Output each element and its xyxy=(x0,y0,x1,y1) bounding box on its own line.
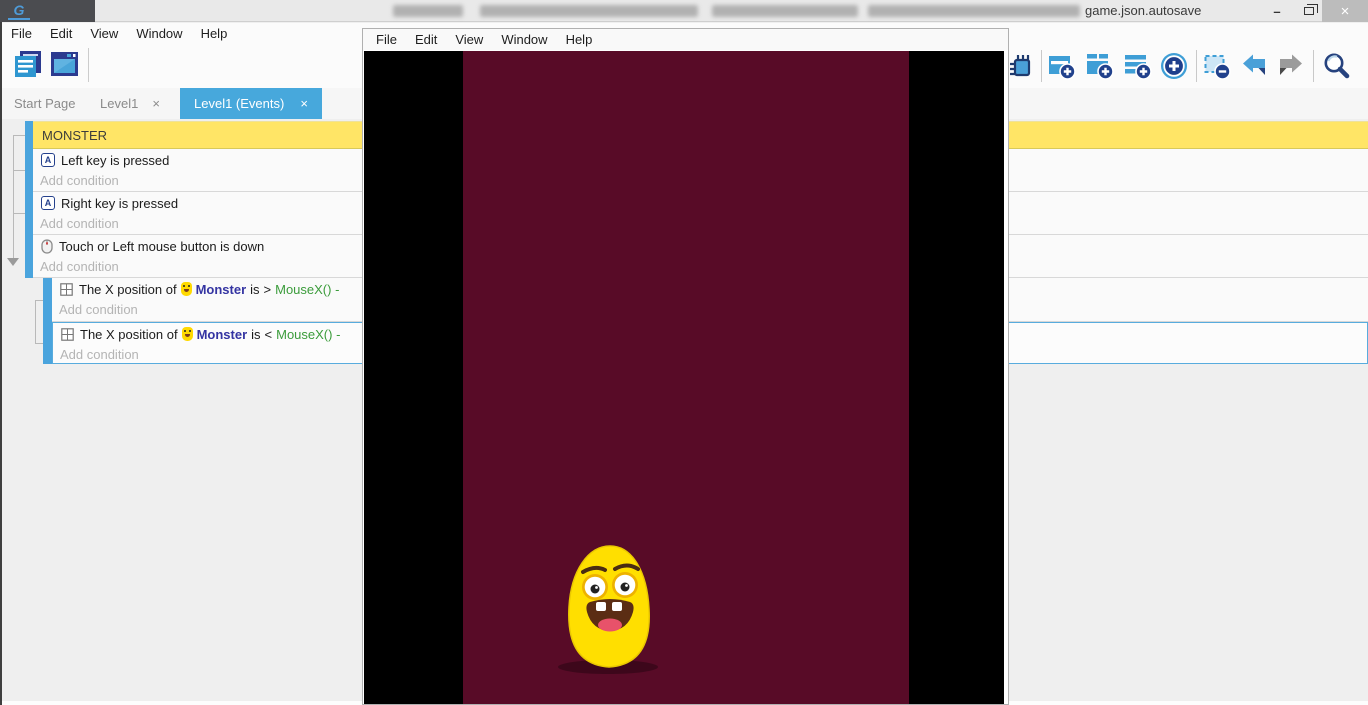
monster-character xyxy=(550,541,670,676)
event-bar xyxy=(25,149,33,192)
gdevelop-app: { "window": { "title": "game.json.autosa… xyxy=(0,0,1368,705)
events-sheet-icon[interactable] xyxy=(12,48,44,80)
operator-text: > xyxy=(264,282,272,297)
tab-level1-events[interactable]: Level1 (Events) × xyxy=(180,88,322,119)
search-icon[interactable] xyxy=(1322,52,1350,80)
monster-object-icon xyxy=(182,327,193,341)
delete-event-icon[interactable] xyxy=(1203,52,1231,80)
condition-text[interactable]: The X position of xyxy=(80,327,178,342)
event-bar xyxy=(25,121,33,149)
restore-icon xyxy=(1304,7,1314,15)
event-bar xyxy=(25,235,33,278)
game-playfield xyxy=(463,51,909,704)
keyboard-key-icon: A xyxy=(41,196,55,210)
x-position-icon xyxy=(61,328,74,341)
redacted-title-text xyxy=(480,5,698,17)
menu-help[interactable]: Help xyxy=(557,32,602,47)
menu-edit[interactable]: Edit xyxy=(406,32,446,47)
expression-text[interactable]: MouseX() - xyxy=(275,282,339,297)
restore-button[interactable] xyxy=(1292,0,1326,22)
add-event-icon[interactable] xyxy=(1048,52,1076,80)
condition-text: is xyxy=(251,327,260,342)
tab-label: Level1 (Events) xyxy=(194,96,284,111)
event-bar xyxy=(43,278,52,322)
toolbar-separator xyxy=(1313,50,1314,82)
game-viewport[interactable] xyxy=(364,51,1004,704)
condition-text[interactable]: Right key is pressed xyxy=(61,196,178,211)
menu-window[interactable]: Window xyxy=(127,26,191,41)
add-sub-event-icon[interactable] xyxy=(1086,52,1114,80)
scene-editor-icon[interactable] xyxy=(49,48,81,80)
tab-label: Level1 xyxy=(100,96,138,111)
x-position-icon xyxy=(60,283,73,296)
monster-object-icon xyxy=(181,282,192,296)
redacted-title-text xyxy=(868,5,1080,17)
event-bar xyxy=(43,322,52,364)
tab-close-icon[interactable]: × xyxy=(152,96,160,111)
toolbar-separator xyxy=(88,48,89,82)
menu-file[interactable]: File xyxy=(2,26,41,41)
menu-view[interactable]: View xyxy=(446,32,492,47)
tab-close-icon[interactable]: × xyxy=(300,96,308,111)
condition-text: is xyxy=(250,282,259,297)
redacted-title-text xyxy=(712,5,858,17)
minimize-button[interactable]: – xyxy=(1258,0,1296,22)
menu-help[interactable]: Help xyxy=(192,26,237,41)
debugger-icon[interactable] xyxy=(1006,52,1034,80)
game-preview-window[interactable]: File Edit View Window Help xyxy=(362,28,1009,705)
condition-text[interactable]: Touch or Left mouse button is down xyxy=(59,239,264,254)
preview-menu-bar: File Edit View Window Help xyxy=(363,29,1008,50)
tab-start-page[interactable]: Start Page xyxy=(2,88,87,119)
operator-text: < xyxy=(265,327,273,342)
object-name[interactable]: Monster xyxy=(197,327,248,342)
toolbar-separator xyxy=(1196,50,1197,82)
add-comment-icon[interactable] xyxy=(1124,52,1152,80)
redo-icon[interactable] xyxy=(1277,52,1305,80)
title-bar[interactable]: G game.json.autosave – × xyxy=(0,0,1368,22)
window-title: game.json.autosave xyxy=(1085,3,1201,18)
condition-text[interactable]: Left key is pressed xyxy=(61,153,169,168)
add-new-icon[interactable] xyxy=(1160,52,1188,80)
undo-icon[interactable] xyxy=(1240,52,1268,80)
menu-view[interactable]: View xyxy=(81,26,127,41)
keyboard-key-icon: A xyxy=(41,153,55,167)
object-name[interactable]: Monster xyxy=(196,282,247,297)
menu-file[interactable]: File xyxy=(367,32,406,47)
close-button[interactable]: × xyxy=(1322,0,1368,22)
menu-edit[interactable]: Edit xyxy=(41,26,81,41)
redacted-title-text xyxy=(393,5,463,17)
tab-label: Start Page xyxy=(14,96,75,111)
event-bar xyxy=(25,192,33,235)
window-left-border xyxy=(0,22,2,705)
tab-level1[interactable]: Level1 × xyxy=(88,88,172,119)
gdevelop-logo-icon: G xyxy=(8,2,30,20)
title-bar-dark-block: G xyxy=(0,0,95,22)
toolbar-separator xyxy=(1041,50,1042,82)
condition-text[interactable]: The X position of xyxy=(79,282,177,297)
expression-text[interactable]: MouseX() - xyxy=(276,327,340,342)
mouse-icon xyxy=(41,239,53,254)
menu-window[interactable]: Window xyxy=(492,32,556,47)
